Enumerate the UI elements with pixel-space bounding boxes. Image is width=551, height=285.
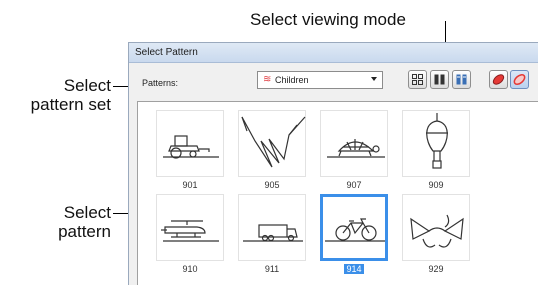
pattern-label: 910: [182, 264, 198, 274]
pattern-label: 901: [182, 180, 198, 190]
hot-air-balloon-icon: [426, 113, 448, 169]
tractor-icon: [163, 135, 219, 159]
patterns-label: Patterns:: [142, 78, 179, 88]
pattern-tile-901[interactable]: 901: [156, 110, 224, 191]
pattern-tile-914[interactable]: 914: [320, 194, 388, 275]
pattern-label: 929: [428, 264, 444, 274]
columns-icon: [434, 74, 445, 85]
pattern-thumb: [238, 194, 306, 261]
view-large-icons-button[interactable]: [430, 70, 449, 89]
callout-pattern-line1: Select: [63, 203, 111, 222]
pattern-tile-910[interactable]: 910: [156, 194, 224, 275]
pattern-thumb: [320, 194, 388, 261]
details-icon: [456, 74, 467, 85]
view-small-icons-button[interactable]: [408, 70, 427, 89]
callout-pattern-set-line1: Select: [63, 76, 111, 95]
chevron-down-icon: [371, 77, 377, 81]
color-fill-icon: [492, 74, 505, 85]
pattern-label: 911: [264, 264, 280, 274]
callout-pattern-set: Select pattern set: [10, 76, 111, 114]
pattern-label: 905: [264, 180, 280, 190]
pattern-thumb: [156, 194, 224, 261]
pattern-label: 907: [346, 180, 362, 190]
color-outline-button[interactable]: [510, 70, 529, 89]
pattern-thumb: [402, 110, 470, 177]
grid-icon: [412, 74, 423, 85]
pattern-label: 909: [428, 180, 444, 190]
pattern-thumb: [402, 194, 470, 261]
color-outline-icon: [513, 74, 526, 85]
bicycle-icon: [325, 218, 385, 242]
pattern-tile-929[interactable]: 929: [402, 194, 470, 275]
pattern-tile-911[interactable]: 911: [238, 194, 306, 275]
pattern-set-icon: ≋: [263, 74, 272, 85]
pattern-tile-907[interactable]: 907: [320, 110, 388, 191]
dialog-toolbar: Patterns: ≋ Children: [129, 67, 538, 95]
turtle-icon: [327, 139, 385, 158]
pattern-label: 914: [344, 264, 364, 274]
pattern-thumb: [320, 110, 388, 177]
bow-icon: [410, 214, 464, 248]
callout-pattern-line2: pattern: [58, 222, 111, 241]
pattern-set-dropdown[interactable]: ≋ Children: [257, 71, 383, 89]
select-pattern-dialog: Select Pattern Patterns: ≋ Children 901 …: [128, 42, 538, 285]
fan-lines-icon: [241, 116, 306, 168]
pattern-tile-909[interactable]: 909: [402, 110, 470, 191]
callout-viewing-mode: Select viewing mode: [250, 10, 406, 29]
callout-pattern-set-line2: pattern set: [30, 95, 111, 114]
pattern-thumb: [238, 110, 306, 177]
color-fill-button[interactable]: [489, 70, 508, 89]
pattern-tile-905[interactable]: 905: [238, 110, 306, 191]
pattern-set-value: Children: [275, 75, 309, 85]
pattern-grid: 901 905 907 909 910 911 914 929: [137, 101, 538, 285]
helicopter-icon: [161, 220, 219, 242]
callout-pattern: Select pattern: [10, 203, 111, 241]
pattern-thumb: [156, 110, 224, 177]
view-details-button[interactable]: [452, 70, 471, 89]
dialog-title: Select Pattern: [129, 43, 538, 63]
truck-icon: [243, 224, 303, 242]
